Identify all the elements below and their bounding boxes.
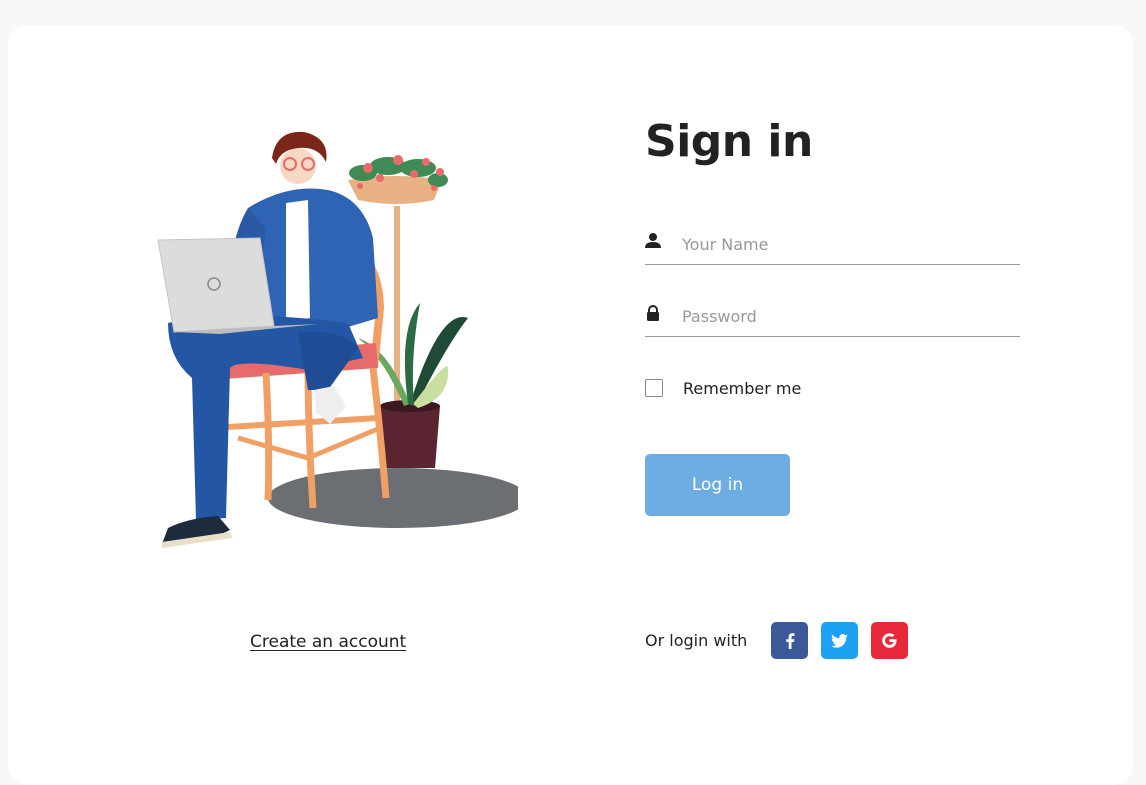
- name-input[interactable]: [682, 228, 1012, 260]
- password-field: [645, 300, 1020, 337]
- lock-icon: [647, 305, 659, 321]
- create-account-link[interactable]: Create an account: [250, 632, 406, 652]
- user-icon: [645, 233, 661, 248]
- facebook-login-button[interactable]: [771, 622, 808, 659]
- page-title: Sign in: [645, 116, 813, 167]
- twitter-login-button[interactable]: [821, 622, 858, 659]
- remember-me: Remember me: [645, 378, 801, 398]
- remember-me-checkbox[interactable]: [645, 379, 663, 397]
- google-icon: [882, 633, 897, 648]
- person-with-laptop-illustration: [157, 131, 518, 548]
- social-login-label: Or login with: [645, 631, 748, 650]
- name-field: [645, 228, 1020, 265]
- remember-me-label[interactable]: Remember me: [683, 379, 801, 398]
- facebook-icon: [785, 632, 794, 649]
- twitter-icon: [831, 633, 848, 648]
- google-login-button[interactable]: [871, 622, 908, 659]
- password-input[interactable]: [682, 300, 1012, 332]
- login-button[interactable]: Log in: [645, 454, 790, 516]
